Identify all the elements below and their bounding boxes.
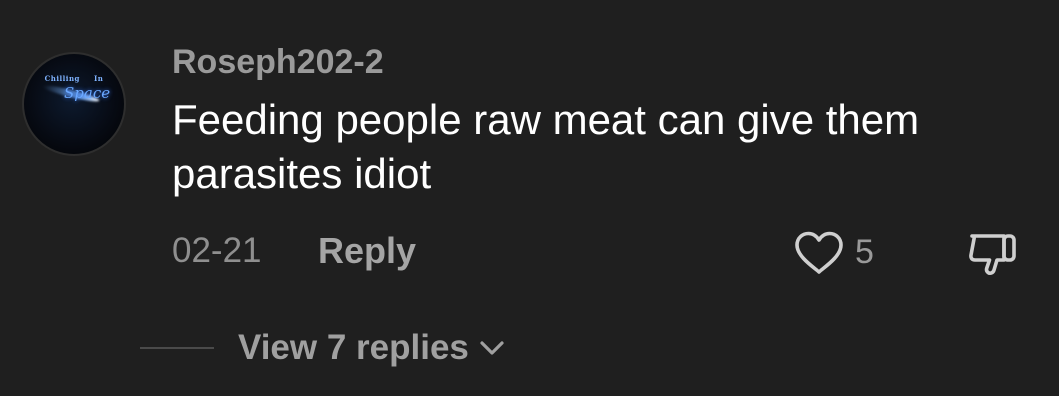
like-count: 5 bbox=[855, 233, 874, 271]
avatar-caption: Chilling In bbox=[44, 74, 104, 83]
comment-date: 02-21 bbox=[172, 231, 262, 270]
view-replies-button[interactable]: View 7 replies bbox=[238, 326, 505, 370]
comment-text: Feeding people raw meat can give them pa… bbox=[172, 96, 920, 197]
avatar[interactable]: Chilling In Space bbox=[22, 52, 126, 156]
avatar-title: Space bbox=[64, 84, 111, 102]
replies-divider bbox=[140, 347, 214, 349]
chevron-down-icon bbox=[480, 341, 504, 355]
thumbs-down-outline-icon[interactable] bbox=[966, 227, 1020, 279]
comment-username[interactable]: Roseph202-2 bbox=[172, 40, 384, 84]
heart-outline-icon[interactable] bbox=[793, 230, 845, 276]
view-replies-label: View 7 replies bbox=[238, 328, 469, 367]
reply-button[interactable]: Reply bbox=[318, 229, 416, 273]
